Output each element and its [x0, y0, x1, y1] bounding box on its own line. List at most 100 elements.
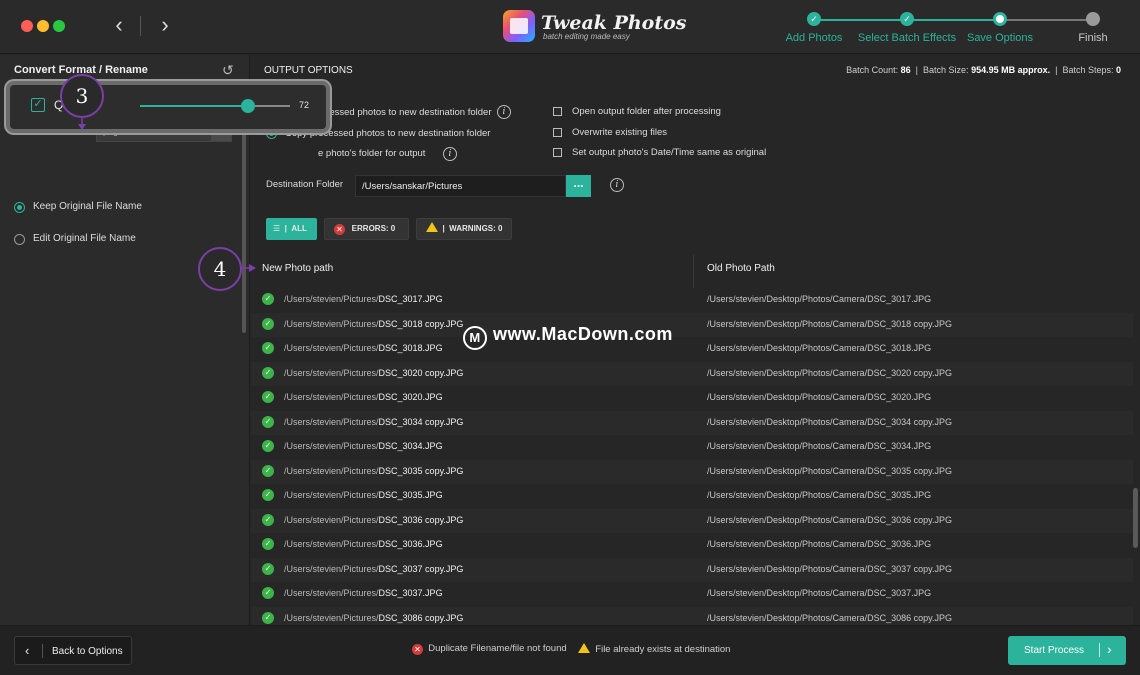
old-photo-path: /Users/stevien/Desktop/Photos/Camera/DSC…	[707, 612, 952, 623]
new-photo-filename: DSC_3020.JPG	[378, 392, 443, 402]
filter-errors-label: ERRORS: 0	[351, 224, 396, 233]
info-icon[interactable]: i	[610, 178, 624, 192]
new-photo-path: /Users/stevien/Pictures/DSC_3035.JPG	[284, 490, 443, 500]
new-photo-dir: /Users/stevien/Pictures/	[284, 441, 379, 451]
new-photo-dir: /Users/stevien/Pictures/	[284, 514, 379, 525]
new-photo-filename: DSC_3037.JPG	[378, 588, 443, 598]
radio-selected-icon	[14, 202, 25, 213]
new-photo-dir: /Users/stevien/Pictures/	[284, 318, 379, 329]
new-photo-path: /Users/stevien/Pictures/DSC_3034 copy.JP…	[284, 417, 463, 427]
batch-count-label: Batch Count:	[846, 65, 899, 75]
filter-all-button[interactable]: ☰ | ALL	[266, 218, 317, 240]
table-row[interactable]: ✓ /Users/stevien/Pictures/DSC_3034 copy.J…	[251, 410, 1133, 435]
filter-all-label: ALL	[291, 224, 307, 233]
column-divider[interactable]	[693, 255, 694, 288]
window-minimize-button[interactable]	[37, 20, 49, 32]
step-finish-dot[interactable]	[1086, 12, 1100, 26]
radio-same-folder-label: e photo's folder for output	[318, 148, 426, 159]
new-photo-filename: DSC_3086 copy.JPG	[378, 612, 464, 623]
table-row[interactable]: ✓ /Users/stevien/Pictures/DSC_3036 copy.J…	[251, 508, 1133, 533]
old-photo-path: /Users/stevien/Desktop/Photos/Camera/DSC…	[707, 367, 952, 378]
left-panel: Convert Format / Rename ↺ Choose Format …	[0, 55, 250, 625]
checkmark-circle-icon: ✓	[262, 342, 274, 354]
browse-button[interactable]: ...	[566, 175, 591, 197]
old-photo-path: /Users/stevien/Desktop/Photos/Camera/DSC…	[707, 441, 932, 451]
quality-slider-thumb[interactable]	[241, 99, 255, 113]
app-tagline: batch editing made easy	[543, 32, 630, 41]
legend-error: ✕ Duplicate Filename/file not found	[412, 643, 567, 655]
column-new-path[interactable]: New Photo path	[262, 263, 333, 274]
start-process-button[interactable]: Start Process ›	[1008, 636, 1126, 665]
filter-warnings-label: WARNINGS: 0	[449, 224, 503, 233]
nav-forward-icon[interactable]: ›	[153, 14, 177, 38]
info-icon[interactable]: i	[497, 105, 511, 119]
new-photo-filename: DSC_3034.JPG	[378, 441, 443, 451]
destination-folder-input[interactable]: /Users/sanskar/Pictures	[355, 175, 566, 197]
chevron-left-icon: ‹	[25, 643, 30, 658]
legend-error-text: Duplicate Filename/file not found	[428, 643, 567, 654]
table-row[interactable]: ✓ /Users/stevien/Pictures/DSC_3017.JPG/Us…	[251, 288, 1133, 312]
checkbox-icon	[553, 128, 562, 137]
new-photo-filename: DSC_3017.JPG	[378, 294, 443, 304]
old-photo-path: /Users/stevien/Desktop/Photos/Camera/DSC…	[707, 343, 932, 353]
table-row[interactable]: ✓ /Users/stevien/Pictures/DSC_3037.JPG/Us…	[251, 582, 1133, 606]
checkbox-icon	[553, 148, 562, 157]
checkmark-circle-icon: ✓	[262, 440, 274, 452]
checkbox-open-output-label: Open output folder after processing	[572, 106, 721, 117]
new-photo-filename: DSC_3035 copy.JPG	[378, 465, 464, 476]
nav-back-icon[interactable]: ‹	[107, 14, 131, 38]
radio-edit-name-label: Edit Original File Name	[33, 233, 136, 244]
list-icon: ☰	[273, 224, 281, 233]
window-close-button[interactable]	[21, 20, 33, 32]
step-label-add-photos[interactable]: Add Photos	[786, 32, 843, 44]
new-photo-filename: DSC_3036.JPG	[378, 539, 443, 549]
new-photo-dir: /Users/stevien/Pictures/	[284, 563, 379, 574]
table-row[interactable]: ✓ /Users/stevien/Pictures/DSC_3086 copy.J…	[251, 606, 1133, 625]
table-row[interactable]: ✓ /Users/stevien/Pictures/DSC_3036.JPG/Us…	[251, 533, 1133, 557]
app-name: Tweak Photos	[541, 12, 687, 34]
callout-badge-4: 4	[198, 247, 242, 291]
step-add-photos-check-icon[interactable]: ✓	[807, 12, 821, 26]
step-label-save-options[interactable]: Save Options	[967, 32, 1033, 44]
radio-keep-name-label: Keep Original File Name	[33, 201, 142, 212]
table-row[interactable]: ✓ /Users/stevien/Pictures/DSC_3035.JPG/Us…	[251, 484, 1133, 508]
checkmark-circle-icon: ✓	[262, 464, 274, 477]
old-photo-path: /Users/stevien/Desktop/Photos/Camera/DSC…	[707, 539, 932, 549]
filter-warnings-button[interactable]: | WARNINGS: 0	[416, 218, 512, 240]
table-row[interactable]: ✓ /Users/stevien/Pictures/DSC_3018 copy.J…	[251, 312, 1133, 337]
radio-edit-name[interactable]: Edit Original File Name	[14, 232, 234, 248]
new-photo-dir: /Users/stevien/Pictures/	[284, 367, 379, 378]
title-bar: ‹ › Tweak Photos batch editing made easy…	[0, 0, 1140, 54]
quality-slider[interactable]	[140, 99, 290, 113]
table-row[interactable]: ✓ /Users/stevien/Pictures/DSC_3037 copy.J…	[251, 557, 1133, 582]
main-panel: OUTPUT OPTIONS Batch Count: 86 | Batch S…	[251, 55, 1140, 625]
new-photo-dir: /Users/stevien/Pictures/	[284, 343, 379, 353]
quality-slider-fill	[140, 105, 248, 107]
table-row[interactable]: ✓ /Users/stevien/Pictures/DSC_3020.JPG/Us…	[251, 386, 1133, 410]
table-row[interactable]: ✓ /Users/stevien/Pictures/DSC_3035 copy.J…	[251, 459, 1133, 484]
table-row[interactable]: ✓ /Users/stevien/Pictures/DSC_3018.JPG/Us…	[251, 337, 1133, 361]
step-save-options-dot[interactable]	[993, 12, 1007, 26]
reset-icon[interactable]: ↺	[222, 62, 234, 79]
step-label-batch-effects[interactable]: Select Batch Effects	[858, 32, 956, 44]
new-photo-path: /Users/stevien/Pictures/DSC_3036.JPG	[284, 539, 443, 549]
step-label-finish[interactable]: Finish	[1078, 32, 1107, 44]
table-row[interactable]: ✓ /Users/stevien/Pictures/DSC_3034.JPG/Us…	[251, 435, 1133, 459]
back-to-options-button[interactable]: ‹ Back to Options	[14, 636, 132, 665]
info-icon[interactable]: i	[443, 147, 457, 161]
table-row[interactable]: ✓ /Users/stevien/Pictures/DSC_3020 copy.J…	[251, 361, 1133, 386]
app-logo-icon	[503, 10, 535, 42]
new-photo-filename: DSC_3037 copy.JPG	[378, 563, 464, 574]
quality-checkbox-check-icon[interactable]: ✓	[31, 98, 45, 112]
watermark: Mwww.MacDown.com	[463, 324, 673, 350]
window-zoom-button[interactable]	[53, 20, 65, 32]
radio-keep-name[interactable]: Keep Original File Name	[14, 200, 234, 216]
table-scrollbar[interactable]	[1133, 488, 1138, 548]
footer-bar: ‹ Back to Options ✕ Duplicate Filename/f…	[0, 625, 1140, 675]
batch-info: Batch Count: 86 | Batch Size: 954.95 MB …	[846, 65, 1121, 75]
step-batch-effects-check-icon[interactable]: ✓	[900, 12, 914, 26]
table-header: New Photo path Old Photo Path	[251, 255, 1140, 288]
old-photo-path: /Users/stevien/Desktop/Photos/Camera/DSC…	[707, 318, 952, 329]
filter-errors-button[interactable]: ✕ ERRORS: 0	[324, 218, 409, 240]
column-old-path[interactable]: Old Photo Path	[707, 263, 775, 274]
